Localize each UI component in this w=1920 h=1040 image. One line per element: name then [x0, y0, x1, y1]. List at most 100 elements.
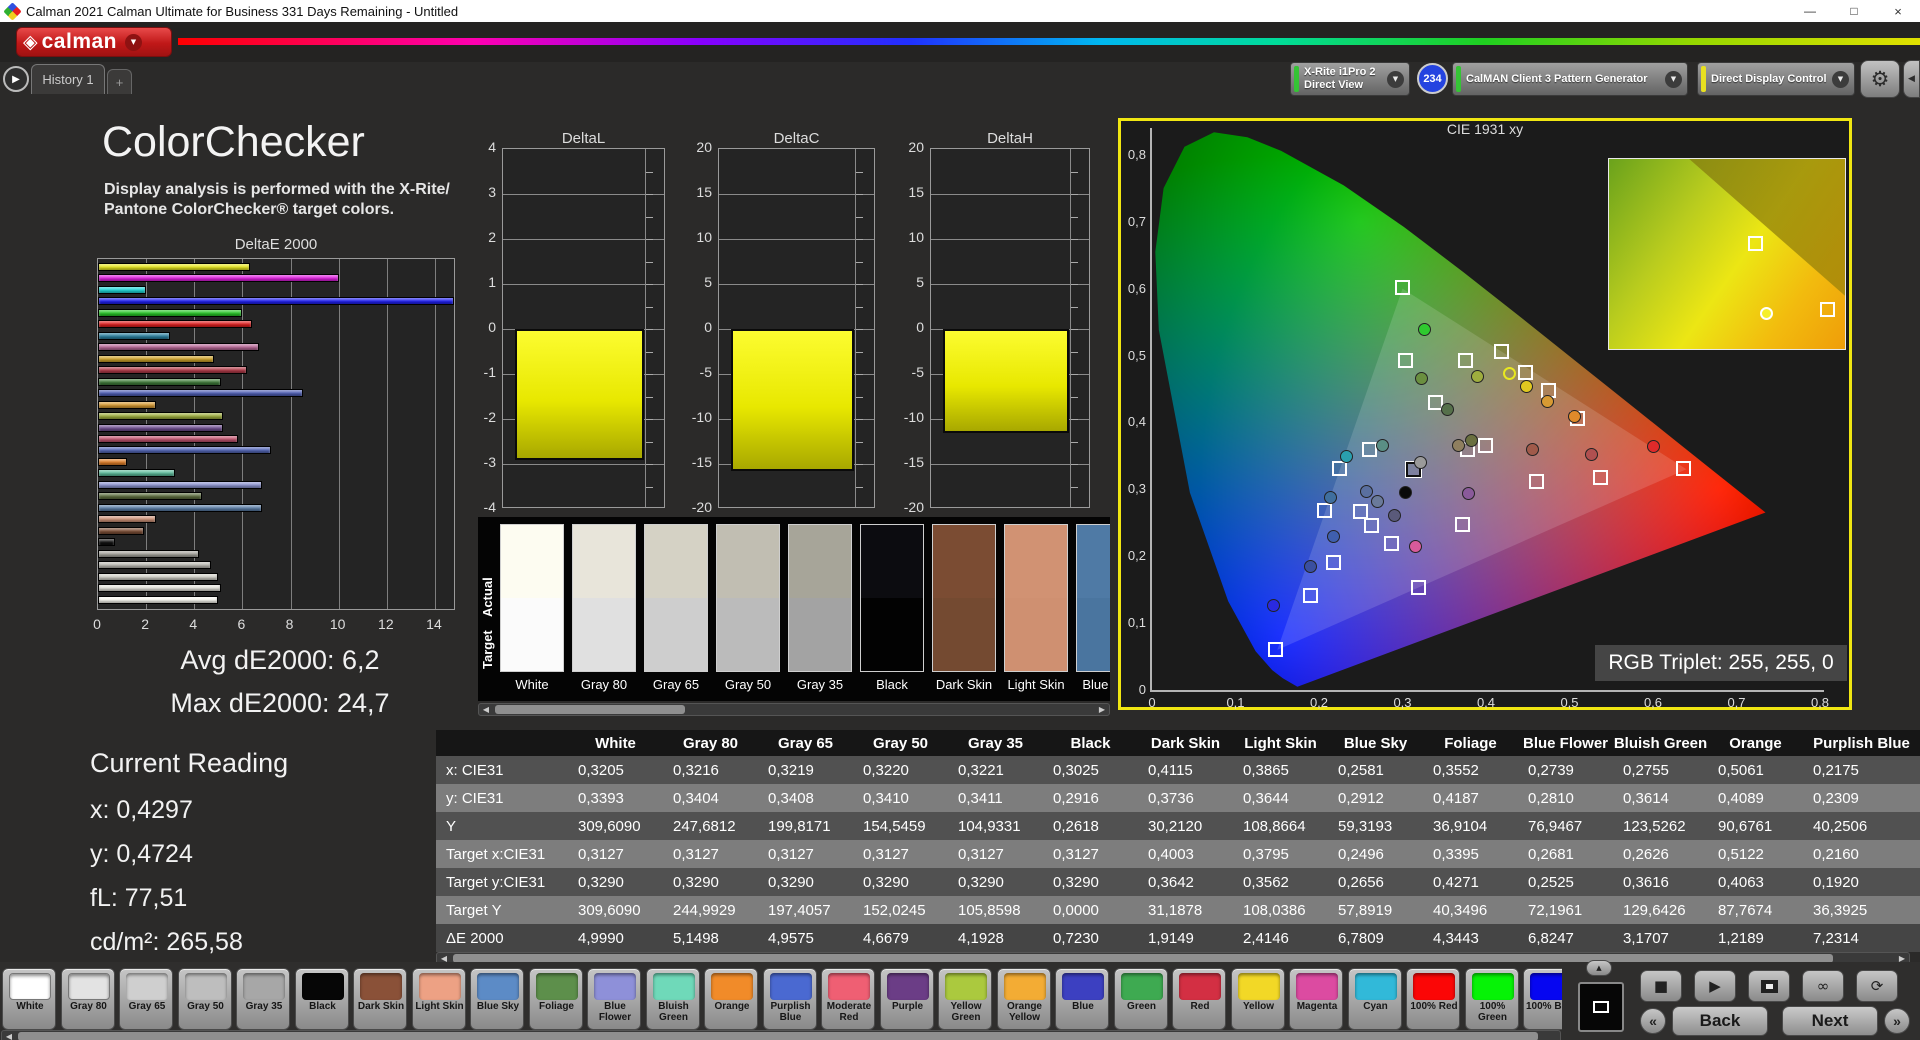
- deltae-bar: [98, 297, 454, 306]
- pattern-button-orange-yellow[interactable]: Orange Yellow: [996, 968, 1051, 1030]
- table-cell: 247,6812: [673, 817, 736, 835]
- tick: [856, 239, 863, 240]
- deltae-chart-title: DeltaE 2000: [234, 236, 318, 253]
- tick: [856, 486, 863, 488]
- back-button[interactable]: Back: [1672, 1006, 1768, 1036]
- pattern-button-bluish-green[interactable]: Bluish Green: [645, 968, 700, 1030]
- target-square: [1455, 517, 1471, 533]
- table-cell: 108,0386: [1243, 901, 1306, 919]
- scroll-left-icon[interactable]: ◀: [2, 1031, 16, 1040]
- pattern-swatch: [477, 973, 519, 1000]
- table-cell: 0,3127: [863, 845, 909, 863]
- deltae-bar: [98, 515, 156, 524]
- pattern-button-blue-flower[interactable]: Blue Flower: [587, 968, 641, 1030]
- settings-gear-button[interactable]: ⚙: [1860, 60, 1900, 98]
- close-button[interactable]: ×: [1876, 0, 1920, 22]
- scroll-right-icon[interactable]: ▶: [1095, 704, 1109, 715]
- patch-swatch[interactable]: [1004, 524, 1068, 672]
- pattern-preview-window[interactable]: [1578, 982, 1624, 1032]
- pattern-button-orange[interactable]: Orange: [704, 968, 758, 1030]
- pattern-button-cyan[interactable]: Cyan: [1347, 968, 1402, 1030]
- side-panel-expand-button[interactable]: ◀: [1903, 60, 1920, 98]
- patch-swatch[interactable]: [644, 524, 708, 672]
- pattern-button-gray-50[interactable]: Gray 50: [177, 968, 232, 1030]
- patch-swatch[interactable]: [500, 524, 564, 672]
- pattern-button-gray-65[interactable]: Gray 65: [119, 968, 173, 1030]
- continuous-measure-button[interactable]: ∞: [1802, 970, 1844, 1002]
- pattern-button-black[interactable]: Black: [294, 968, 349, 1030]
- display-control-dropdown[interactable]: Direct Display Control ▼: [1697, 62, 1855, 96]
- pattern-button-white[interactable]: White: [2, 968, 56, 1030]
- exposure-badge[interactable]: 234: [1417, 63, 1448, 94]
- pattern-button-dark-skin[interactable]: Dark Skin: [353, 968, 407, 1030]
- x-tick-label: 0,2: [1309, 695, 1329, 710]
- pattern-button-blue-sky[interactable]: Blue Sky: [470, 968, 524, 1030]
- pattern-button-purplish-blue[interactable]: Purplish Blue: [762, 968, 817, 1030]
- pattern-button-red[interactable]: Red: [1172, 968, 1226, 1030]
- pattern-source-dropdown[interactable]: CalMAN Client 3 Pattern Generator ▼: [1452, 62, 1688, 96]
- patch-swatch[interactable]: [1076, 524, 1110, 672]
- scrollbar-thumb[interactable]: [18, 1032, 1538, 1040]
- x-tick-label: 2: [141, 616, 150, 632]
- pattern-swatch: [360, 973, 402, 1000]
- pattern-strip-scrollbar[interactable]: ◀: [1, 1030, 1561, 1040]
- pattern-label: Gray 35: [245, 1001, 283, 1012]
- minimize-button[interactable]: —: [1788, 0, 1832, 22]
- patch-swatch[interactable]: [860, 524, 924, 672]
- x-tick-label: 14: [426, 616, 442, 632]
- pattern-button-purple[interactable]: Purple: [879, 968, 934, 1030]
- y-tick-label: -2: [483, 409, 496, 425]
- next-button[interactable]: Next: [1782, 1006, 1878, 1036]
- collapse-strip-button[interactable]: ▲: [1586, 960, 1612, 976]
- tick: [1071, 374, 1078, 375]
- pattern-button-blue[interactable]: Blue: [1055, 968, 1109, 1030]
- deltae-bar: [98, 320, 253, 329]
- patch-swatch[interactable]: [788, 524, 852, 672]
- patch-strip-scrollbar[interactable]: ◀ ▶: [478, 703, 1110, 716]
- patch-swatch[interactable]: [572, 524, 636, 672]
- row-label: ΔE 2000: [446, 929, 504, 947]
- pattern-button-light-skin[interactable]: Light Skin: [411, 968, 466, 1030]
- stop-measure-button[interactable]: ■: [1640, 970, 1682, 1002]
- pattern-button-100-green[interactable]: 100% Green: [1464, 968, 1519, 1030]
- pattern-button-yellow-green[interactable]: Yellow Green: [938, 968, 992, 1030]
- add-tab-button[interactable]: +: [107, 69, 132, 94]
- patch-swatch[interactable]: [932, 524, 996, 672]
- pattern-preview-swatch: [1593, 1001, 1609, 1013]
- tab-history-1[interactable]: History 1: [31, 64, 105, 94]
- pattern-button-magenta[interactable]: Magenta: [1289, 968, 1343, 1030]
- table-cell: 0,4089: [1718, 789, 1764, 807]
- measured-point: [1584, 448, 1598, 461]
- back-chevron-button[interactable]: «: [1640, 1008, 1666, 1034]
- window-title: Calman 2021 Calman Ultimate for Business…: [26, 3, 459, 19]
- table-cell: 123,5262: [1623, 817, 1686, 835]
- calman-menu-button[interactable]: ◈ calman ▼: [16, 27, 172, 57]
- pattern-button-foliage[interactable]: Foliage: [528, 968, 583, 1030]
- patch-swatch[interactable]: [716, 524, 780, 672]
- maximize-button[interactable]: □: [1832, 0, 1876, 22]
- meter-dropdown[interactable]: X-Rite i1Pro 2 Direct View ▼: [1290, 62, 1410, 96]
- tab-scroll-button[interactable]: ▶: [3, 66, 29, 92]
- start-measure-button[interactable]: ▶: [1694, 970, 1736, 1002]
- pattern-window-button[interactable]: [1748, 970, 1790, 1002]
- tick: [646, 396, 653, 398]
- pattern-button-gray-35[interactable]: Gray 35: [236, 968, 290, 1030]
- refresh-button[interactable]: ⟳: [1856, 970, 1898, 1002]
- pattern-label: Orange: [714, 1001, 750, 1012]
- next-chevron-button[interactable]: »: [1884, 1008, 1910, 1034]
- scrollbar-thumb[interactable]: [495, 705, 685, 714]
- pattern-button-100-red[interactable]: 100% Red: [1406, 968, 1460, 1030]
- pattern-button-yellow[interactable]: Yellow: [1230, 968, 1285, 1030]
- y-tick-label: -20: [691, 499, 712, 515]
- table-cell: 6,7809: [1338, 929, 1384, 947]
- pattern-button-moderate-red[interactable]: Moderate Red: [821, 968, 875, 1030]
- table-cell: 2,4146: [1243, 929, 1289, 947]
- table-cell: 0,3411: [958, 789, 1003, 807]
- y-tick-label: -15: [903, 454, 924, 470]
- pattern-button-green[interactable]: Green: [1113, 968, 1168, 1030]
- table-cell: 105,8598: [958, 901, 1021, 919]
- pattern-button-100-blue[interactable]: 100% Blue: [1523, 968, 1562, 1030]
- deltae-bar: [98, 503, 262, 512]
- scroll-left-icon[interactable]: ◀: [479, 704, 493, 715]
- pattern-button-gray-80[interactable]: Gray 80: [60, 968, 115, 1030]
